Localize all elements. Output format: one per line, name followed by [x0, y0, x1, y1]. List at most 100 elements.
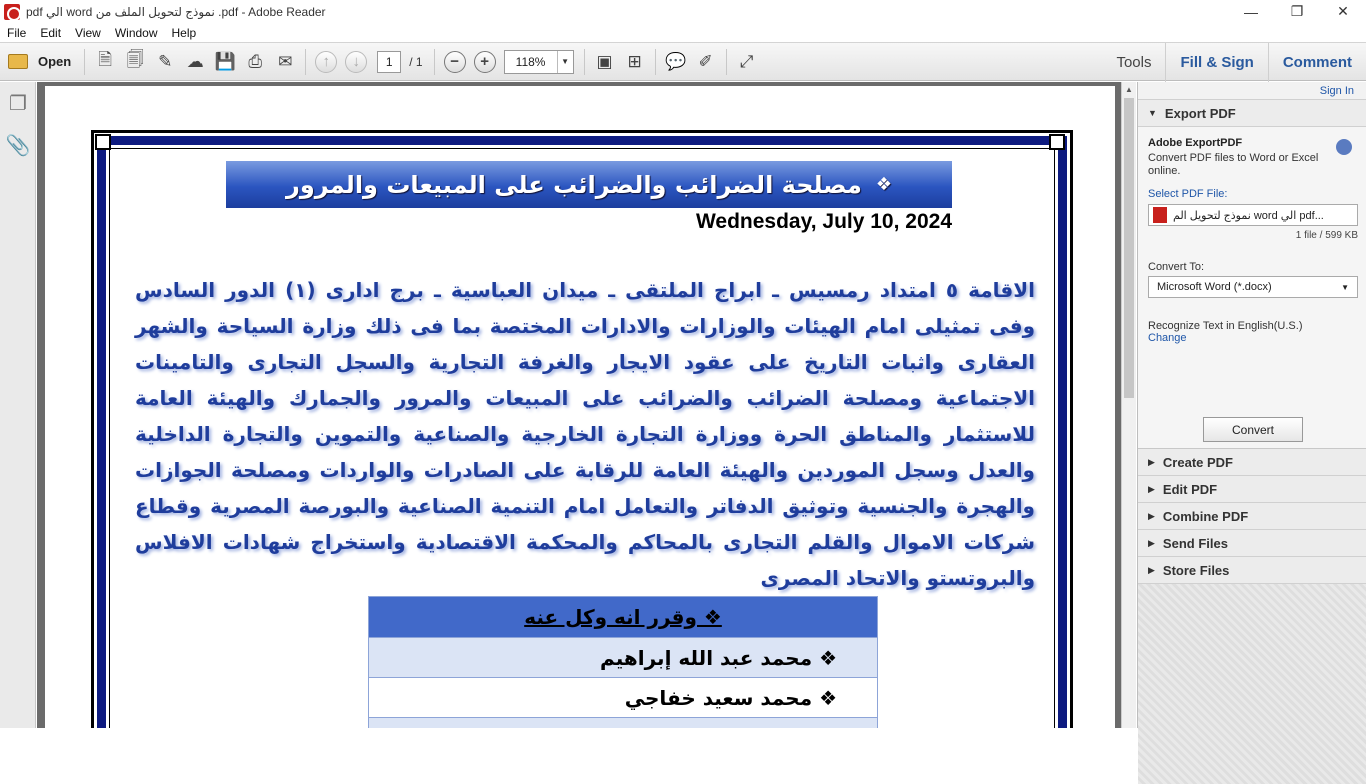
separator: [583, 48, 585, 75]
zoom-value: 118%: [515, 54, 546, 69]
zoom-select[interactable]: 118% ▼: [503, 49, 574, 74]
tab-comment[interactable]: Comment: [1267, 43, 1366, 82]
menu-edit[interactable]: Edit: [33, 26, 68, 40]
triangle-right-icon: ▶: [1148, 537, 1155, 548]
zoom-out-icon[interactable]: −: [440, 47, 470, 77]
close-button[interactable]: ✕: [1320, 0, 1366, 23]
next-page-icon[interactable]: ↓: [341, 47, 371, 77]
tab-tools[interactable]: Tools: [1102, 43, 1165, 82]
corner-ornament: [95, 134, 111, 150]
pdf-file-icon: [1153, 207, 1167, 223]
previous-page-icon[interactable]: ↑: [311, 47, 341, 77]
sign-in-link[interactable]: Sign In: [1138, 82, 1366, 100]
export-pdf-body: Adobe ExportPDF Convert PDF files to Wor…: [1138, 127, 1366, 449]
separator: [725, 48, 727, 75]
triangle-down-icon: ▼: [1148, 108, 1157, 118]
change-language-link[interactable]: Change: [1148, 332, 1356, 344]
table-row: ❖ محمد عبد الله إبراهيم: [369, 637, 877, 677]
attachments-icon[interactable]: 📎: [0, 124, 36, 166]
fit-page-icon[interactable]: ▣: [590, 47, 620, 77]
selected-file-field[interactable]: نموذج لتحويل الم word الي pdf...: [1148, 204, 1358, 226]
triangle-right-icon: ▶: [1148, 510, 1155, 521]
triangle-right-icon: ▶: [1148, 456, 1155, 467]
file-size: 1 file / 599 KB: [1295, 230, 1358, 241]
table-row: ❖ محمد سعيد خفاجي: [369, 677, 877, 717]
vertical-scrollbar[interactable]: ▲: [1121, 82, 1136, 728]
separator: [654, 48, 656, 75]
page-total: / 1: [409, 54, 423, 69]
full-screen-icon[interactable]: ⤢: [732, 47, 762, 77]
menu-window[interactable]: Window: [108, 26, 165, 40]
export-service-icon: [1336, 139, 1352, 155]
title-bar: pdf الي word نموذج لتحويل الملف من .pdf …: [0, 0, 1366, 23]
convert-button[interactable]: Convert: [1203, 417, 1303, 442]
export-pdf-icon[interactable]: 🗐: [120, 47, 150, 77]
scroll-thumb[interactable]: [1124, 98, 1134, 398]
save-icon[interactable]: 💾: [210, 47, 240, 77]
triangle-right-icon: ▶: [1148, 483, 1155, 494]
combine-pdf-header[interactable]: ▶ Combine PDF: [1138, 503, 1366, 530]
fit-width-icon[interactable]: ⊞: [620, 47, 650, 77]
right-tabs: Tools Fill & Sign Comment: [1102, 43, 1366, 82]
separator: [305, 48, 307, 75]
panel-background: [1138, 584, 1366, 784]
edit-pdf-label: Edit PDF: [1162, 481, 1218, 497]
edit-pdf-icon[interactable]: ✎: [150, 47, 180, 77]
document-paragraph: الاقامة ٥ امتداد رمسيس ـ ابراج الملتقى ـ…: [135, 278, 1036, 590]
document-viewport[interactable]: ❖ مصلحة الضرائب والضرائب على المبيعات وا…: [37, 82, 1121, 728]
email-icon[interactable]: ✉: [270, 47, 300, 77]
folder-icon: [8, 54, 28, 69]
window-title: pdf الي word نموذج لتحويل الملف من .pdf …: [26, 4, 326, 19]
separator: [433, 48, 435, 75]
table-row: [369, 717, 877, 728]
highlight-icon[interactable]: ✐: [691, 47, 721, 77]
store-files-label: Store Files: [1162, 562, 1230, 578]
selected-file-name: نموذج لتحويل الم word الي pdf...: [1173, 209, 1324, 222]
export-description: Convert PDF files to Word or Excel onlin…: [1148, 152, 1319, 177]
create-pdf-icon[interactable]: 🗎: [90, 47, 120, 77]
adobe-reader-icon: [4, 3, 21, 21]
select-pdf-label: Select PDF File:: [1148, 188, 1228, 200]
convert-format-select[interactable]: Microsoft Word (*.docx) ▼: [1148, 276, 1358, 298]
store-files-header[interactable]: ▶ Store Files: [1138, 557, 1366, 584]
edit-pdf-header[interactable]: ▶ Edit PDF: [1138, 476, 1366, 503]
menu-help[interactable]: Help: [165, 26, 204, 40]
page-thumbnails-icon[interactable]: ❐: [0, 82, 36, 124]
open-label: Open: [38, 54, 72, 69]
triangle-right-icon: ▶: [1148, 564, 1155, 575]
chevron-down-icon: ▼: [1341, 282, 1349, 292]
create-pdf-label: Create PDF: [1162, 454, 1233, 470]
export-pdf-title: Export PDF: [1164, 105, 1236, 121]
menu-file[interactable]: File: [0, 26, 33, 40]
send-files-label: Send Files: [1162, 535, 1228, 551]
convert-to-label: Convert To:: [1148, 261, 1205, 273]
page-number-input[interactable]: 1: [377, 50, 402, 73]
tools-panel: Sign In ▼ Export PDF Adobe ExportPDF Con…: [1137, 82, 1366, 784]
scroll-up-icon[interactable]: ▲: [1122, 82, 1136, 97]
export-pdf-header[interactable]: ▼ Export PDF: [1138, 100, 1366, 127]
adobe-export-title: Adobe ExportPDF: [1148, 137, 1243, 149]
menu-bar: File Edit View Window Help: [0, 23, 1366, 42]
combine-pdf-label: Combine PDF: [1162, 508, 1249, 524]
open-button[interactable]: Open: [0, 47, 79, 77]
menu-view[interactable]: View: [68, 26, 108, 40]
comment-note-icon[interactable]: 💬: [661, 47, 691, 77]
restore-button[interactable]: ❐: [1274, 0, 1320, 23]
pdf-page: ❖ مصلحة الضرائب والضرائب على المبيعات وا…: [45, 86, 1115, 728]
minimize-button[interactable]: —: [1228, 0, 1274, 23]
zoom-in-icon[interactable]: +: [470, 47, 500, 77]
chevron-down-icon[interactable]: ▼: [556, 50, 573, 73]
upload-cloud-icon[interactable]: ☁: [180, 47, 210, 77]
table-header: ❖ وقرر انه وكل عنه: [369, 597, 877, 637]
document-header: ❖ مصلحة الضرائب والضرائب على المبيعات وا…: [226, 161, 952, 208]
header-bullet: ❖: [875, 174, 892, 195]
toolbar: Open 🗎 🗐 ✎ ☁ 💾 ⎙ ✉ ↑ ↓ 1 / 1 − + 118% ▼ …: [0, 42, 1366, 82]
recognize-text: Recognize Text in English(U.S.): [1148, 320, 1303, 332]
send-files-header[interactable]: ▶ Send Files: [1138, 530, 1366, 557]
corner-ornament: [1049, 134, 1065, 150]
header-text: مصلحة الضرائب والضرائب على المبيعات والم…: [286, 170, 862, 199]
window-controls: — ❐ ✕: [1228, 0, 1366, 23]
create-pdf-header[interactable]: ▶ Create PDF: [1138, 449, 1366, 476]
print-icon[interactable]: ⎙: [240, 47, 270, 77]
tab-fill-sign[interactable]: Fill & Sign: [1165, 43, 1267, 82]
